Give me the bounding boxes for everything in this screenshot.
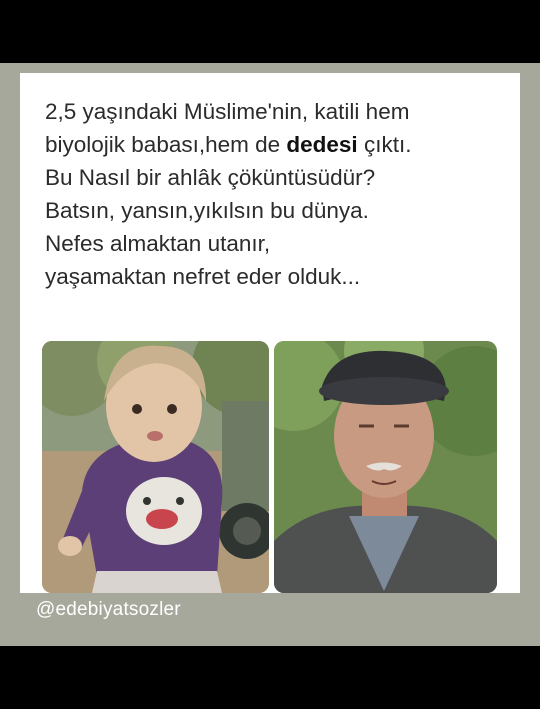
post-text: 2,5 yaşındaki Müslime'nin, katili hem bi… (45, 95, 515, 293)
post-frame: 2,5 yaşındaki Müslime'nin, katili hem bi… (0, 63, 540, 646)
post-line-3: Bu Nasıl bir ahlâk çöküntüsüdür? (45, 165, 376, 190)
post-card: 2,5 yaşındaki Müslime'nin, katili hem bi… (20, 73, 520, 593)
watermark-handle: @edebiyatsozler (36, 599, 181, 620)
man-photo (274, 341, 497, 593)
post-line-4: Batsın, yansın,yıkılsın bu dünya. (45, 198, 369, 223)
post-line-5: Nefes almaktan utanır, (45, 231, 271, 256)
bold-keyword: dedesi (286, 132, 358, 157)
post-line-6: yaşamaktan nefret eder olduk... (45, 264, 361, 289)
child-photo (42, 341, 269, 593)
post-line-1: 2,5 yaşındaki Müslime'nin, katili hem (45, 99, 410, 124)
post-line-2: biyolojik babası,hem de dedesi çıktı. (45, 132, 412, 157)
